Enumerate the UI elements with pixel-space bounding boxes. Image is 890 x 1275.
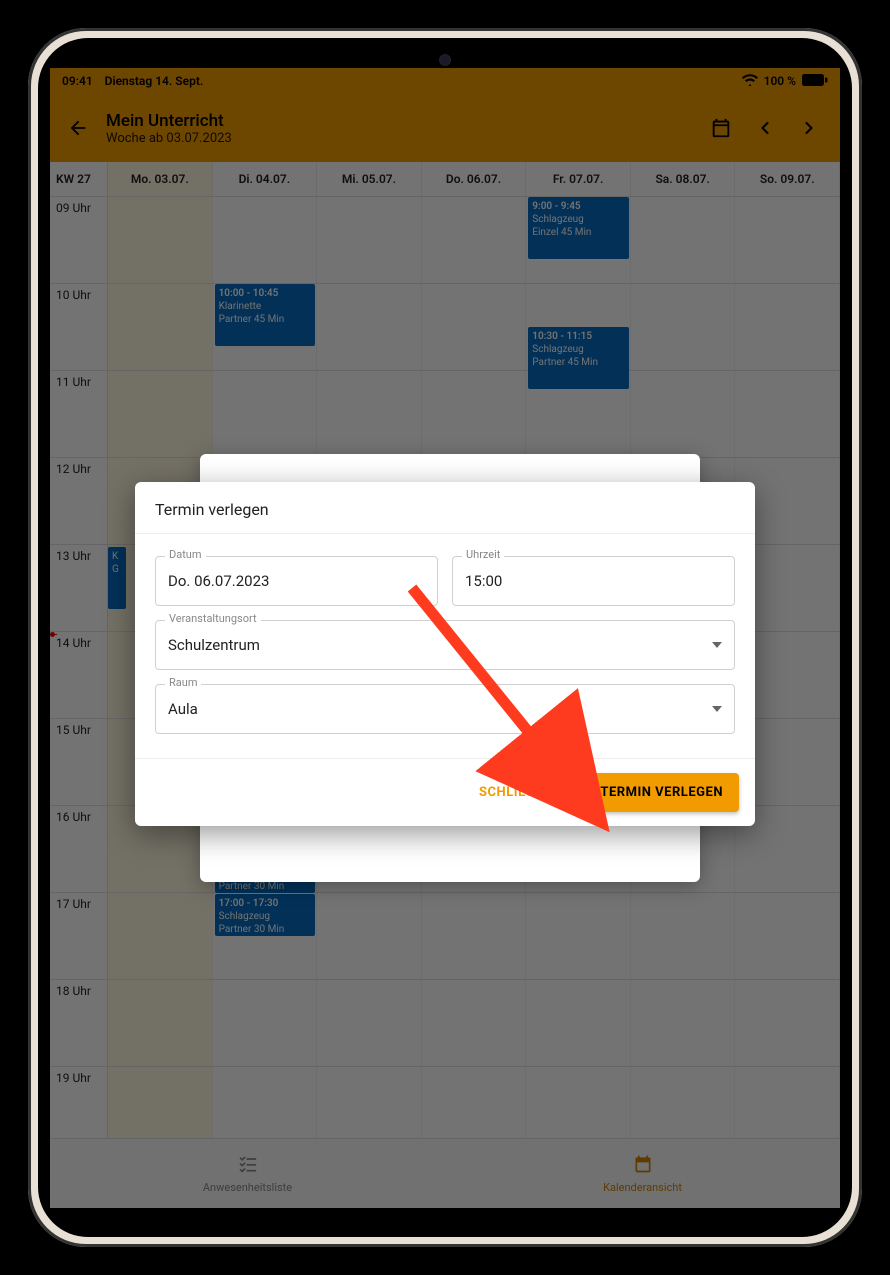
- front-camera: [439, 54, 451, 66]
- screen: 09:41 Dienstag 14. Sept. 100 %: [50, 68, 840, 1208]
- reschedule-submit-button[interactable]: TERMIN VERLEGEN: [584, 773, 739, 812]
- field-label: Uhrzeit: [462, 548, 504, 561]
- room-select[interactable]: Aula: [155, 684, 735, 734]
- field-label: Veranstaltungsort: [165, 612, 261, 625]
- close-button[interactable]: SCHLIESSEN: [469, 777, 570, 808]
- time-field[interactable]: 15:00: [452, 556, 735, 606]
- field-value: Do. 06.07.2023: [168, 572, 425, 590]
- field-label: Datum: [165, 548, 206, 561]
- dialog-title: Termin verlegen: [135, 482, 755, 534]
- venue-select[interactable]: Schulzentrum: [155, 620, 735, 670]
- field-value: Aula: [168, 700, 712, 718]
- chevron-down-icon: [712, 706, 722, 712]
- ipad-bezel: 09:41 Dienstag 14. Sept. 100 %: [38, 38, 852, 1237]
- field-value: Schulzentrum: [168, 636, 712, 654]
- ipad-frame: 09:41 Dienstag 14. Sept. 100 %: [28, 28, 862, 1247]
- reschedule-dialog: Termin verlegen Datum Do. 06.07.2023 Uhr…: [135, 482, 755, 826]
- field-value: 15:00: [465, 572, 722, 590]
- chevron-down-icon: [712, 642, 722, 648]
- date-field[interactable]: Do. 06.07.2023: [155, 556, 438, 606]
- field-label: Raum: [165, 676, 201, 689]
